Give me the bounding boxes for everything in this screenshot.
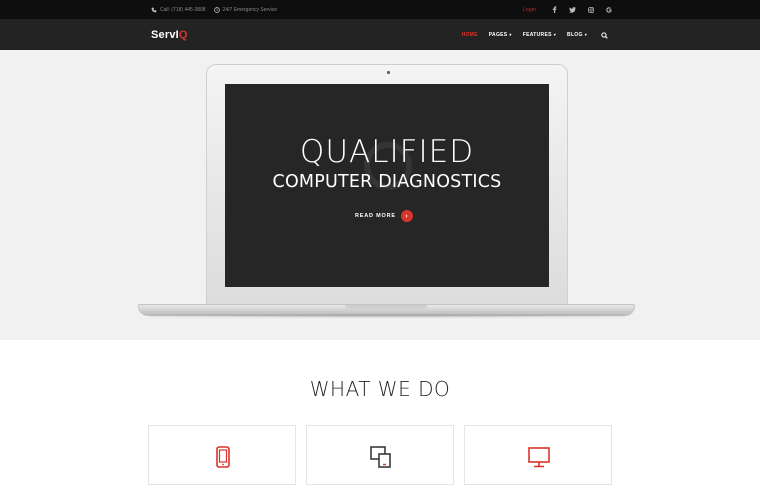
facebook-icon[interactable] bbox=[552, 6, 557, 13]
top-bar: Call: (718) 445-3808 24/7 Emergency Serv… bbox=[0, 0, 760, 19]
logo-text: ServI bbox=[151, 28, 179, 41]
read-more-button[interactable]: READ MORE › bbox=[355, 210, 413, 222]
service-card-monitor[interactable] bbox=[464, 425, 612, 485]
phone-icon bbox=[151, 7, 157, 12]
main-navbar: ServI Q HOME PAGES ▾ FEATURES ▾ BLOG ▾ bbox=[0, 19, 760, 50]
hero-subheadline: COMPUTER DIAGNOSTICS bbox=[272, 172, 502, 192]
nav-item-pages[interactable]: PAGES ▾ bbox=[489, 32, 512, 38]
service-card-mobile[interactable] bbox=[148, 425, 296, 485]
main-nav: HOME PAGES ▾ FEATURES ▾ BLOG ▾ bbox=[462, 19, 608, 50]
instagram-icon[interactable] bbox=[588, 6, 594, 13]
devices-icon bbox=[370, 446, 391, 468]
site-logo[interactable]: ServI Q bbox=[151, 19, 188, 50]
laptop-hinge bbox=[345, 305, 427, 309]
clock-icon bbox=[213, 6, 220, 13]
hero-headline: QUALIFIED bbox=[299, 134, 475, 170]
google-icon[interactable] bbox=[606, 6, 612, 13]
login-link[interactable]: Login bbox=[523, 7, 536, 13]
monitor-icon bbox=[528, 447, 550, 468]
hero-section: QUALIFIED COMPUTER DIAGNOSTICS READ MORE… bbox=[0, 50, 760, 340]
section-title: WHAT WE DO bbox=[309, 377, 451, 401]
mobile-phone-icon bbox=[216, 446, 230, 468]
twitter-icon[interactable] bbox=[569, 6, 576, 13]
read-more-label: READ MORE bbox=[355, 213, 396, 219]
service-card-devices[interactable] bbox=[306, 425, 454, 485]
arrow-right-icon: › bbox=[400, 210, 413, 222]
chevron-down-icon: ▾ bbox=[584, 32, 587, 37]
nav-item-label: HOME bbox=[461, 31, 478, 38]
nav-item-label: PAGES bbox=[488, 31, 508, 38]
nav-item-label: FEATURES bbox=[522, 31, 552, 38]
nav-item-blog[interactable]: BLOG ▾ bbox=[567, 32, 587, 38]
service-hours: 24/7 Emergency Service bbox=[213, 6, 278, 13]
service-text: 24/7 Emergency Service bbox=[222, 6, 278, 13]
nav-item-home[interactable]: HOME bbox=[462, 32, 478, 38]
chevron-down-icon: ▾ bbox=[509, 32, 512, 37]
nav-item-features[interactable]: FEATURES ▾ bbox=[523, 32, 556, 38]
nav-item-label: BLOG bbox=[567, 31, 583, 38]
contact-info: Call: (718) 445-3808 24/7 Emergency Serv… bbox=[151, 0, 277, 19]
phone-text: Call: (718) 445-3808 bbox=[160, 6, 206, 13]
search-icon[interactable] bbox=[601, 26, 608, 44]
chevron-down-icon: ▾ bbox=[553, 32, 557, 37]
topbar-right: Login bbox=[523, 0, 612, 19]
logo-accent: Q bbox=[178, 28, 188, 41]
webcam-dot bbox=[387, 71, 390, 74]
hero-screen: QUALIFIED COMPUTER DIAGNOSTICS READ MORE… bbox=[225, 84, 549, 287]
laptop-shadow bbox=[150, 314, 625, 318]
phone-contact: Call: (718) 445-3808 bbox=[151, 7, 206, 13]
